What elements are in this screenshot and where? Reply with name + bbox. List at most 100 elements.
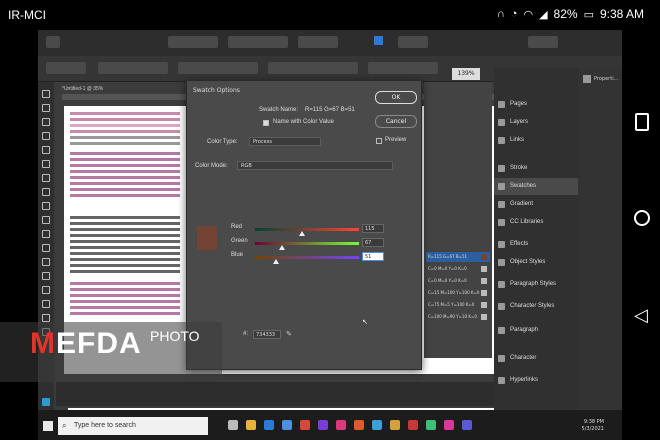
color-mode-select[interactable]: RGB	[237, 161, 393, 170]
panel-stroke[interactable]: Stroke	[494, 160, 578, 177]
selection-tool-icon[interactable]	[42, 90, 50, 98]
panel-paragraph[interactable]: Paragraph	[494, 322, 578, 339]
menu-control[interactable]	[398, 36, 428, 48]
indesign-icon[interactable]	[336, 420, 346, 430]
transform-fields[interactable]	[268, 62, 358, 74]
app-icon[interactable]	[426, 420, 436, 430]
color-type-select[interactable]: Process	[249, 137, 321, 146]
text-line	[70, 124, 180, 127]
stroke-fields[interactable]	[368, 62, 438, 74]
panel-character[interactable]: Character	[494, 350, 578, 367]
swatch-row[interactable]: R=115 G=67 B=51	[426, 252, 490, 262]
eyedropper-icon[interactable]: ✎	[286, 330, 292, 338]
panel-links[interactable]: Links	[494, 132, 578, 149]
reference-point-control[interactable]	[46, 62, 86, 74]
taskbar-search-input[interactable]: Type here to search	[58, 417, 208, 435]
recent-apps-button[interactable]	[635, 113, 649, 131]
windows-start-icon[interactable]	[43, 421, 53, 431]
rectangle-tool-icon[interactable]	[42, 216, 50, 224]
channel-slider[interactable]	[255, 256, 359, 259]
frame-fit-icon[interactable]	[374, 36, 383, 45]
fill-swatch-icon[interactable]	[42, 398, 50, 406]
note-tool-icon[interactable]	[42, 272, 50, 280]
channel-value-input[interactable]: 51	[362, 252, 384, 261]
direct-selection-tool-icon[interactable]	[42, 104, 50, 112]
name-with-color-value-checkbox[interactable]	[263, 120, 269, 126]
pen-tool-icon[interactable]	[42, 174, 50, 182]
channel-value-input[interactable]: 115	[362, 224, 384, 233]
text-line	[70, 142, 180, 145]
panel-character-styles[interactable]: Character Styles	[494, 298, 578, 315]
swatch-row[interactable]: C=15 M=100 Y=100 K=0	[426, 288, 490, 298]
properties-label[interactable]: Properti...	[594, 76, 618, 82]
menu-control[interactable]	[298, 36, 338, 48]
text-line	[70, 182, 180, 185]
app-icon[interactable]	[354, 420, 364, 430]
channel-label: Red	[231, 224, 243, 230]
rectangle-frame-tool-icon[interactable]	[42, 202, 50, 210]
back-button[interactable]: ◁	[634, 307, 650, 325]
edge-icon[interactable]	[264, 420, 274, 430]
panel-pages[interactable]: Pages	[494, 96, 578, 113]
panel-gradient[interactable]: Gradient	[494, 196, 578, 213]
workspace-switcher[interactable]	[528, 36, 558, 48]
channel-value-input[interactable]: 67	[362, 238, 384, 247]
swatch-row[interactable]: C=0 M=0 Y=0 K=0	[426, 276, 490, 286]
store-icon[interactable]	[282, 420, 292, 430]
watermark: MEFDA PHOTO	[0, 322, 222, 382]
scissors-tool-icon[interactable]	[42, 230, 50, 238]
line-tool-icon[interactable]	[42, 160, 50, 168]
app-icon[interactable]	[300, 420, 310, 430]
cancel-button[interactable]: Cancel	[375, 115, 417, 128]
panel-effects[interactable]: Effects	[494, 236, 578, 253]
menu-control[interactable]	[168, 36, 218, 48]
app-icon[interactable]	[444, 420, 454, 430]
panel-swatches[interactable]: Swatches	[494, 178, 578, 195]
type-tool-icon[interactable]	[42, 146, 50, 154]
preview-checkbox[interactable]	[376, 138, 382, 144]
hex-input[interactable]: 734333	[253, 330, 281, 339]
app-icon[interactable]	[390, 420, 400, 430]
free-transform-tool-icon[interactable]	[42, 244, 50, 252]
panel-layers[interactable]: Layers	[494, 114, 578, 131]
channel-slider[interactable]	[255, 242, 359, 245]
channel-slider[interactable]	[255, 228, 359, 231]
swatch-row[interactable]: C=75 M=5 Y=100 K=0	[426, 300, 490, 310]
home-button[interactable]	[634, 210, 650, 226]
taskbar-clock[interactable]: 9:38 PM 5/3/2021	[582, 419, 604, 433]
file-explorer-icon[interactable]	[246, 420, 256, 430]
zoom-field[interactable]: 139%	[452, 68, 480, 80]
document-tab[interactable]: *Untitled-1 @ 35%	[62, 86, 103, 92]
panel-label: Paragraph	[510, 327, 539, 333]
app-icon[interactable]	[408, 420, 418, 430]
text-line	[70, 258, 180, 261]
slider-knob[interactable]	[298, 231, 305, 236]
menu-control[interactable]	[228, 36, 288, 48]
panel-paragraph-styles[interactable]: Paragraph Styles	[494, 276, 578, 293]
text-line	[70, 176, 180, 179]
swatch-row[interactable]: C=100 M=90 Y=10 K=0	[426, 312, 490, 322]
task-view-icon[interactable]	[228, 420, 238, 430]
zoom-tool-icon[interactable]	[42, 314, 50, 322]
app-icon[interactable]	[462, 420, 472, 430]
panel-icon	[498, 355, 505, 362]
app-icon[interactable]	[318, 420, 328, 430]
carrier-name: IR-MCI	[8, 8, 46, 22]
hand-tool-icon[interactable]	[42, 300, 50, 308]
eyedropper-tool-icon[interactable]	[42, 286, 50, 294]
watermark-brand-first: M	[30, 327, 56, 360]
slider-knob[interactable]	[272, 259, 279, 264]
panel-cc-libraries[interactable]: CC Libraries	[494, 214, 578, 231]
pencil-tool-icon[interactable]	[42, 188, 50, 196]
slider-knob[interactable]	[279, 245, 286, 250]
gap-tool-icon[interactable]	[42, 132, 50, 140]
ok-button[interactable]: OK	[375, 91, 417, 104]
gradient-tool-icon[interactable]	[42, 258, 50, 266]
swatch-row[interactable]: C=0 M=0 Y=0 K=0	[426, 264, 490, 274]
size-fields[interactable]	[178, 62, 258, 74]
panel-object-styles[interactable]: Object Styles	[494, 254, 578, 271]
app-icon[interactable]	[372, 420, 382, 430]
page-tool-icon[interactable]	[42, 118, 50, 126]
panel-hyperlinks[interactable]: Hyperlinks	[494, 372, 578, 389]
position-fields[interactable]	[98, 62, 168, 74]
